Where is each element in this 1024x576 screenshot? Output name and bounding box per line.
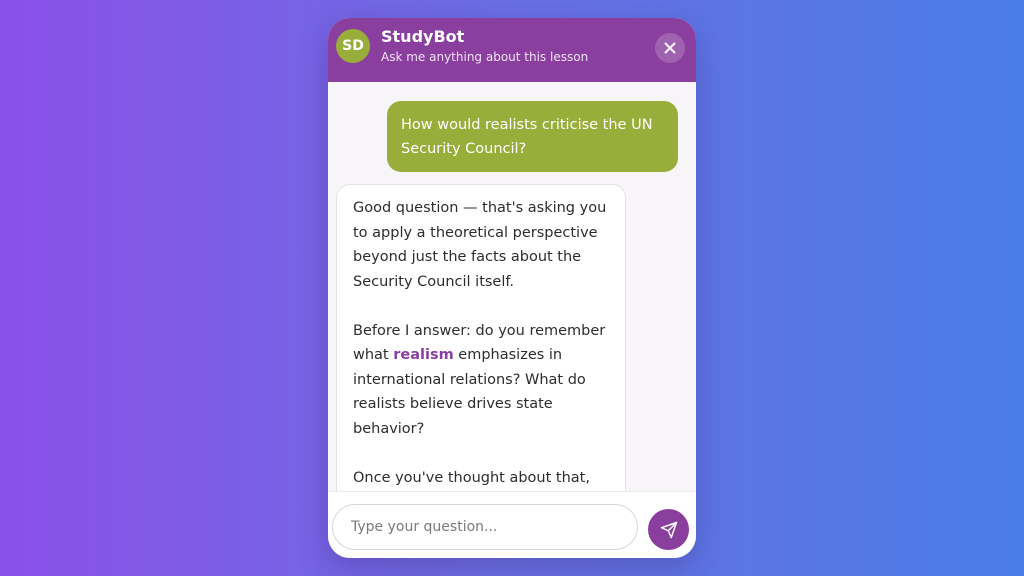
bot-message-paragraph: Before I answer: do you remember what re… bbox=[353, 319, 611, 442]
bot-message-paragraph: Once you've thought about that, bbox=[353, 469, 590, 486]
chat-title: StudyBot bbox=[381, 27, 465, 46]
composer bbox=[328, 491, 696, 558]
highlighted-term: realism bbox=[393, 347, 454, 363]
close-button[interactable] bbox=[655, 33, 685, 63]
send-button[interactable] bbox=[648, 509, 689, 550]
close-icon bbox=[664, 42, 676, 54]
message-list[interactable]: How would realists criticise the UN Secu… bbox=[328, 82, 696, 491]
chat-widget: SD StudyBot Ask me anything about this l… bbox=[328, 18, 696, 558]
chat-header: SD StudyBot Ask me anything about this l… bbox=[328, 18, 696, 82]
bot-message: Good question — that's asking you to app… bbox=[336, 184, 626, 491]
question-input[interactable] bbox=[332, 504, 638, 550]
user-message: How would realists criticise the UN Secu… bbox=[387, 101, 678, 172]
bot-message-paragraph: Good question — that's asking you to app… bbox=[353, 200, 607, 290]
chat-subtitle: Ask me anything about this lesson bbox=[381, 50, 589, 64]
avatar: SD bbox=[336, 29, 370, 63]
send-icon bbox=[660, 521, 677, 538]
